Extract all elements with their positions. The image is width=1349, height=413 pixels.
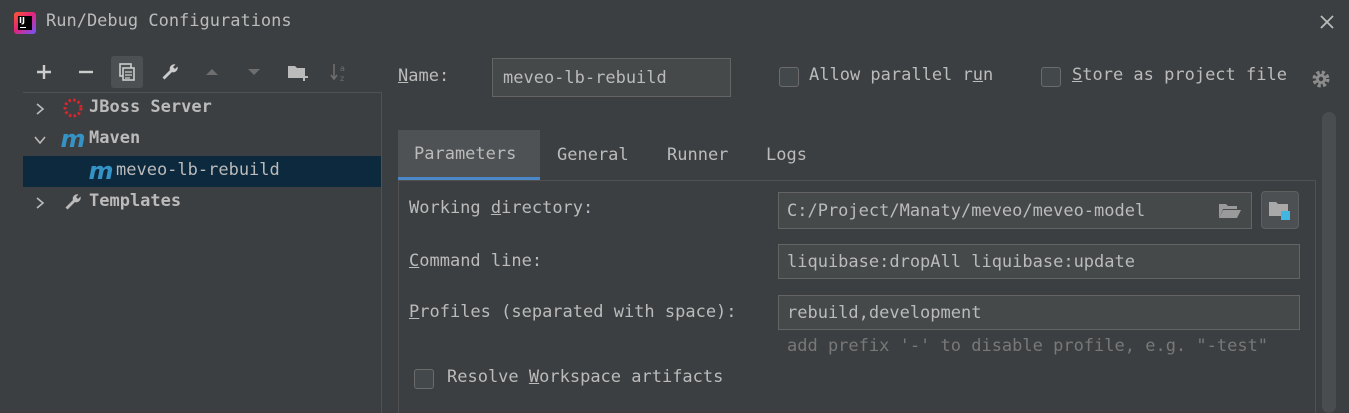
tab-logs[interactable]: Logs [766, 130, 807, 180]
tree-item-label: JBoss Server [89, 97, 212, 117]
resolve-workspace-artifacts-checkbox[interactable] [414, 369, 434, 389]
add-icon [37, 65, 51, 79]
move-up-button[interactable] [196, 56, 228, 88]
arrow-down-icon [248, 69, 260, 75]
maven-icon: m [60, 125, 86, 153]
allow-parallel-run-checkbox[interactable] [779, 67, 799, 87]
sort-button[interactable]: a z [324, 56, 356, 88]
arrow-up-icon [206, 69, 218, 75]
close-button[interactable] [1316, 11, 1338, 33]
maven-icon: m [88, 157, 114, 185]
tab-runner[interactable]: Runner [667, 130, 728, 180]
vertical-scrollbar[interactable] [1322, 112, 1336, 413]
tree-item-maven[interactable]: m Maven [23, 124, 381, 155]
copy-button[interactable] [111, 56, 143, 88]
name-input[interactable] [492, 58, 731, 97]
move-down-button[interactable] [238, 56, 270, 88]
gear-icon[interactable] [1308, 66, 1334, 92]
tree-item-label: Templates [89, 191, 182, 211]
tree-item-jboss-server[interactable]: JBoss Server [23, 93, 381, 124]
chevron-right-icon[interactable] [33, 102, 47, 116]
command-line-input[interactable] [778, 244, 1300, 279]
folder-module-icon [1269, 202, 1290, 220]
close-icon [1320, 15, 1334, 29]
allow-parallel-run-label[interactable]: Allow parallel run [809, 65, 993, 85]
window-title: Run/Debug Configurations [46, 11, 292, 31]
profiles-hint: add prefix '-' to disable profile, e.g. … [787, 336, 1269, 356]
resolve-workspace-artifacts-label[interactable]: Resolve Workspace artifacts [447, 367, 723, 387]
folder-open-icon[interactable] [1217, 201, 1243, 221]
intellij-app-icon: IJ [14, 12, 36, 34]
chevron-right-icon[interactable] [33, 196, 47, 210]
wrench-icon [61, 190, 85, 214]
tree-item-label: Maven [89, 128, 141, 148]
tree-toolbar: a z [24, 54, 384, 92]
working-directory-label: Working directory: [409, 198, 594, 218]
chevron-down-icon[interactable] [33, 133, 47, 147]
store-as-project-file-checkbox[interactable] [1041, 67, 1061, 87]
tree-item-label: meveo-lb-rebuild [116, 160, 280, 180]
name-label: Name: [398, 66, 450, 86]
jboss-icon [61, 96, 85, 120]
command-line-label: Command line: [409, 251, 543, 271]
remove-icon [79, 70, 93, 74]
add-button[interactable] [28, 56, 60, 88]
browse-directory-button[interactable] [1261, 191, 1299, 229]
new-folder-button[interactable] [282, 56, 314, 88]
edit-templates-button[interactable] [154, 56, 186, 88]
tab-parameters[interactable]: Parameters [398, 130, 540, 180]
wrench-icon [162, 64, 178, 80]
tab-bar: Parameters General Runner Logs [398, 130, 1318, 180]
tab-general[interactable]: General [557, 130, 629, 180]
svg-text:z: z [340, 74, 344, 83]
title-bar: IJ Run/Debug Configurations [0, 0, 1349, 46]
configuration-tree: JBoss Server m Maven m meveo-lb-rebuild … [23, 92, 382, 413]
profiles-label: Profiles (separated with space): [409, 302, 737, 322]
profiles-input[interactable] [778, 295, 1300, 330]
sort-az-icon: a z [330, 64, 345, 83]
store-as-project-file-label[interactable]: Store as project file [1072, 65, 1287, 85]
tree-item-templates[interactable]: Templates [23, 187, 381, 218]
tree-item-meveo-lb-rebuild[interactable]: m meveo-lb-rebuild [23, 156, 381, 187]
copy-icon [119, 63, 135, 81]
remove-button[interactable] [70, 56, 102, 88]
folder-add-icon [288, 66, 308, 81]
svg-text:a: a [340, 64, 345, 73]
working-directory-input[interactable] [778, 192, 1252, 229]
